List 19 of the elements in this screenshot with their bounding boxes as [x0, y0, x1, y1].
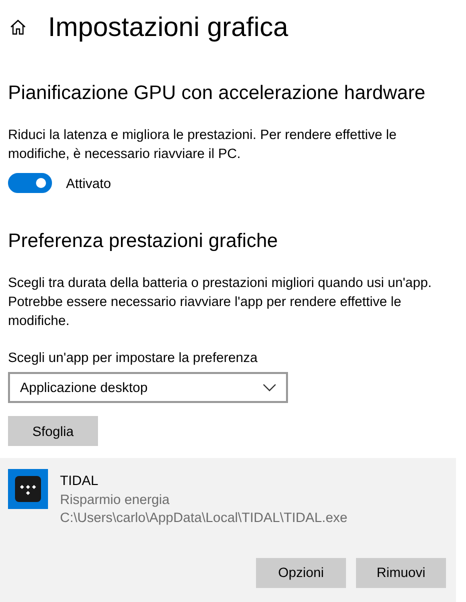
home-icon[interactable] [10, 19, 26, 35]
select-label: Scegli un'app per impostare la preferenza [8, 350, 258, 365]
page-title: Impostazioni grafica [48, 12, 288, 42]
app-type-dropdown[interactable]: Applicazione desktop [8, 372, 288, 403]
app-icon [8, 469, 48, 509]
app-name: TIDAL [60, 472, 100, 490]
chevron-down-icon [263, 384, 276, 392]
app-action-button[interactable]: Opzioni [256, 558, 346, 588]
app-path: C:\Users\carlo\AppData\Local\TIDAL\TIDAL.exe [60, 509, 348, 527]
app-list-item[interactable]: TIDAL Risparmio energia C:\Users\carlo\AppData\Local\TIDAL\TIDAL.exe Opzioni Rimuovi [0, 458, 456, 602]
section-description: Scegli tra durata della batteria o prestazioni migliori quando usi un'app. Potrebbe essere necessario riavviare l'app per rendere effettive le modifiche. [8, 274, 433, 330]
browse-button[interactable]: Sfoglia [8, 416, 98, 446]
section-heading: Pianificazione GPU con accelerazione hardware [8, 82, 426, 105]
app-action-button[interactable]: Rimuovi [356, 558, 446, 588]
toggle-switch[interactable] [8, 173, 52, 193]
app-preference: Risparmio energia [60, 490, 171, 509]
section-description: Riduci la latenza e migliora le prestazioni. Per rendere effettive le modifiche, è necessario riavviare il PC. [8, 126, 398, 163]
toggle-label: Attivato [66, 176, 112, 190]
section-heading: Preferenza prestazioni grafiche [8, 230, 279, 253]
